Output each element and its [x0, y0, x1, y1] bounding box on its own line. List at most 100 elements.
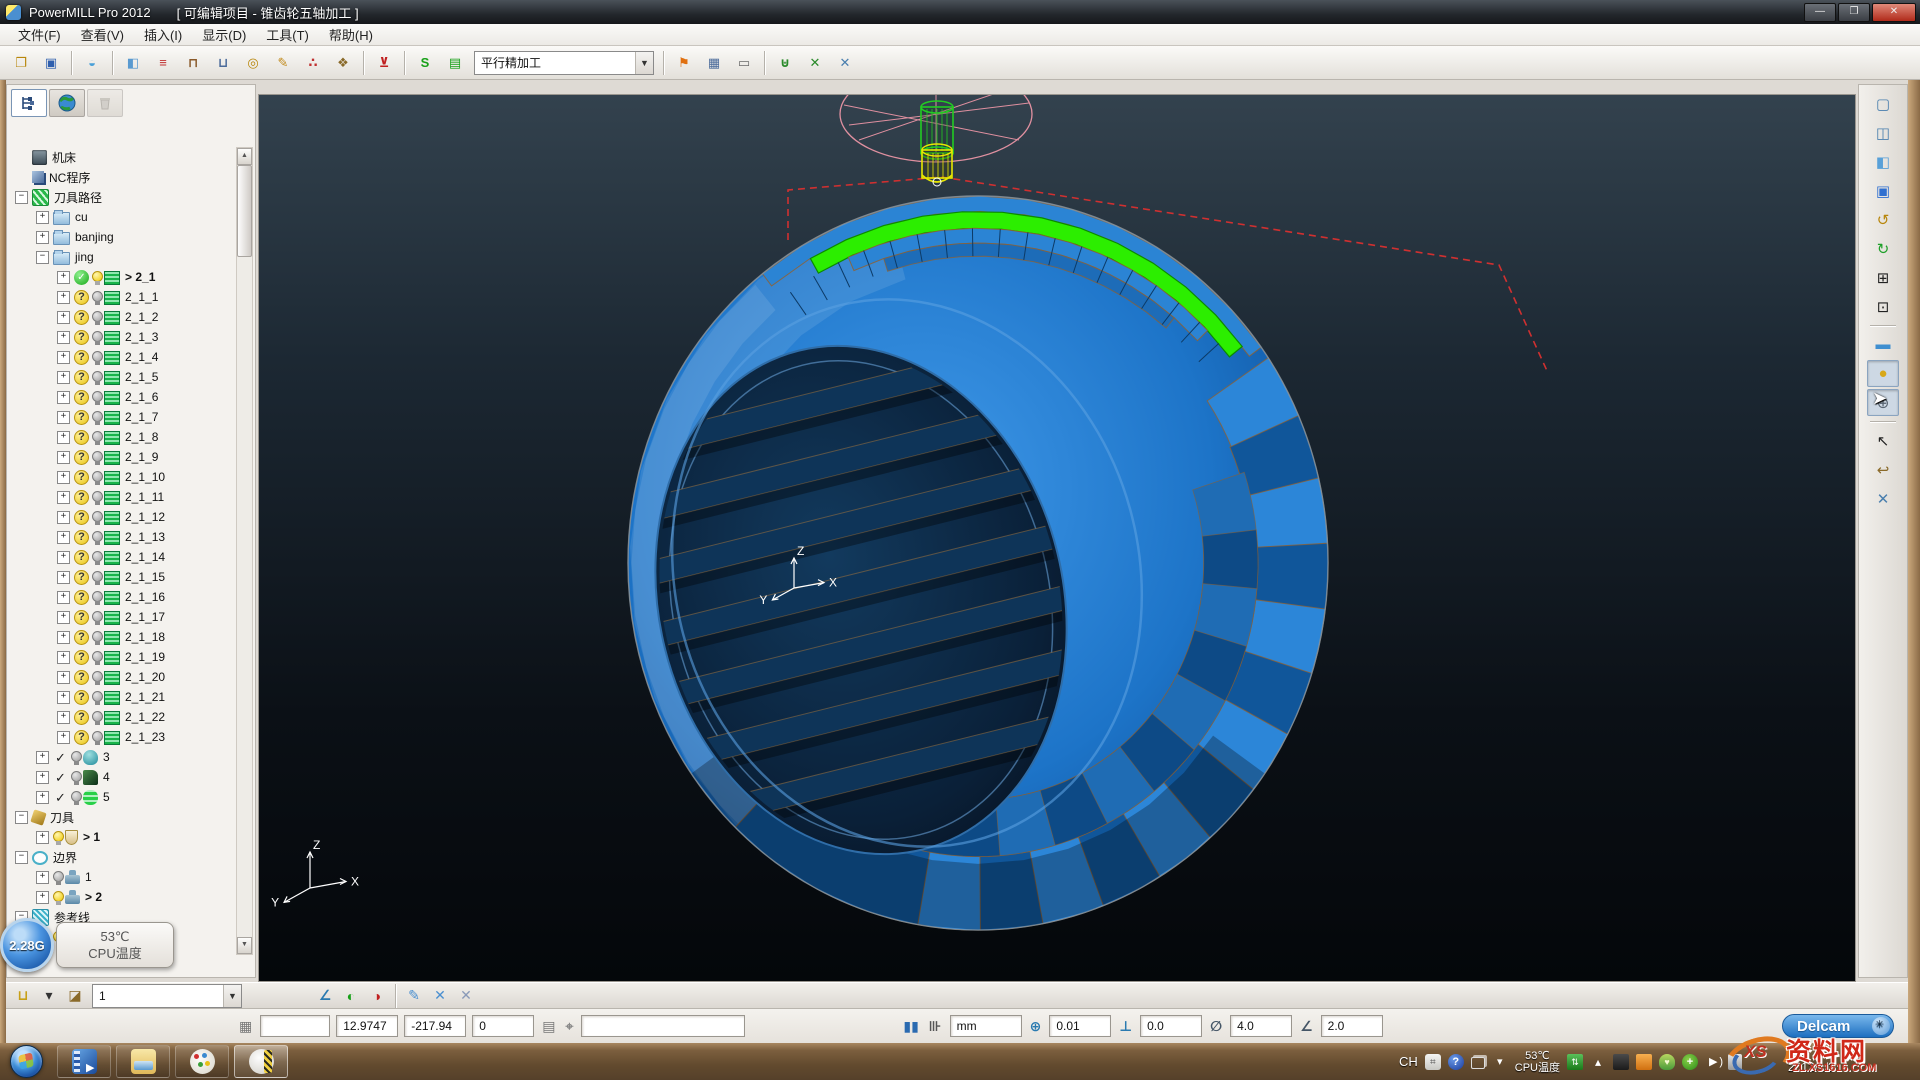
tree-item-label[interactable]: 2_1_21: [125, 690, 165, 704]
zoom-fit-icon[interactable]: ⊞: [1867, 264, 1899, 291]
tree-item-label[interactable]: jing: [75, 250, 94, 264]
tree-item-label[interactable]: 2_1_22: [125, 710, 165, 724]
toolpath-folder-button[interactable]: ❖: [329, 49, 357, 77]
tree-item-2_1_16[interactable]: +2_1_16: [9, 587, 239, 607]
strategy-button[interactable]: ▤: [441, 49, 469, 77]
ball-view-icon[interactable]: ●: [1867, 360, 1899, 387]
menu-item-4[interactable]: 工具(T): [256, 23, 319, 46]
tree-item-label[interactable]: > 2_1: [125, 270, 155, 284]
expander-plus-icon[interactable]: +: [57, 611, 70, 624]
tool-create-button[interactable]: ◎: [239, 49, 267, 77]
tree-item-2_1_7[interactable]: +2_1_7: [9, 407, 239, 427]
expander-plus-icon[interactable]: +: [57, 711, 70, 724]
tree-item-label[interactable]: 2_1_3: [125, 330, 158, 344]
tree-item-2_1_19[interactable]: +2_1_19: [9, 647, 239, 667]
expander-plus-icon[interactable]: +: [57, 551, 70, 564]
expander-plus-icon[interactable]: +: [57, 311, 70, 324]
tree-item-label[interactable]: 2_1_5: [125, 370, 158, 384]
tree-item-机床[interactable]: 机床: [9, 147, 239, 167]
tree-item-3[interactable]: +3: [9, 747, 239, 767]
draw-pen-button[interactable]: ✎: [401, 984, 427, 1008]
expander-plus-icon[interactable]: +: [57, 271, 70, 284]
tree-item-label[interactable]: banjing: [75, 230, 114, 244]
volume-icon[interactable]: [1705, 1054, 1721, 1070]
tree-item-label[interactable]: NC程序: [49, 169, 90, 186]
tree-item-2_1_23[interactable]: +2_1_23: [9, 727, 239, 747]
tree-item-label[interactable]: 1: [85, 870, 92, 884]
expander-plus-icon[interactable]: +: [57, 431, 70, 444]
calculator-button[interactable]: ▦: [700, 49, 728, 77]
tree-item-label[interactable]: 2_1_2: [125, 310, 158, 324]
tree-item-刀具路径[interactable]: −刀具路径: [9, 187, 239, 207]
expander-plus-icon[interactable]: +: [57, 671, 70, 684]
minimize-button[interactable]: —: [1804, 3, 1836, 22]
refresh-view-icon[interactable]: ↻: [1867, 235, 1899, 262]
strategy-combo-arrow-icon[interactable]: ▼: [635, 52, 653, 74]
expander-plus-icon[interactable]: +: [57, 491, 70, 504]
expander-plus-icon[interactable]: +: [57, 531, 70, 544]
explorer-tree-tab[interactable]: [11, 89, 47, 117]
tree-item-2_1_1[interactable]: +2_1_1: [9, 287, 239, 307]
tree-item-4[interactable]: +4: [9, 767, 239, 787]
tree-item-label[interactable]: > 1: [83, 830, 100, 844]
select-arrow-icon[interactable]: ↖: [1867, 427, 1899, 454]
undo-select-icon[interactable]: ↩: [1867, 456, 1899, 483]
expander-plus-icon[interactable]: +: [36, 771, 49, 784]
expander-plus-icon[interactable]: +: [57, 511, 70, 524]
expander-plus-icon[interactable]: +: [36, 751, 49, 764]
tool-dropdown-arrow[interactable]: ▾: [36, 984, 62, 1008]
transform-toolpath-button[interactable]: ✕: [801, 49, 829, 77]
tree-item-label[interactable]: 2_1_1: [125, 290, 158, 304]
expander-plus-icon[interactable]: +: [57, 351, 70, 364]
active-tool-button[interactable]: ⊔: [10, 984, 36, 1008]
pencil-edit-button[interactable]: ✎: [269, 49, 297, 77]
zoom-box-icon[interactable]: ⊡: [1867, 293, 1899, 320]
tree-item-2_1_13[interactable]: +2_1_13: [9, 527, 239, 547]
tree-item-label[interactable]: 2_1_11: [125, 490, 164, 504]
shaded-block-icon[interactable]: ▬: [1867, 331, 1899, 358]
scroll-up-arrow[interactable]: ▲: [237, 148, 252, 165]
tree-item-label[interactable]: 刀具路径: [54, 189, 102, 206]
restore-icon[interactable]: [1471, 1057, 1485, 1069]
expander-plus-icon[interactable]: +: [57, 591, 70, 604]
expander-plus-icon[interactable]: +: [36, 211, 49, 224]
expander-plus-icon[interactable]: +: [57, 411, 70, 424]
viewmill-kettle-button[interactable]: ◒: [78, 49, 106, 77]
expander-plus-icon[interactable]: +: [57, 691, 70, 704]
workplane-edit-button[interactable]: ∠: [312, 984, 338, 1008]
taskbar-explorer-app[interactable]: [116, 1045, 170, 1078]
tree-item-label[interactable]: 2_1_23: [125, 730, 165, 744]
tree-item-label[interactable]: 5: [103, 790, 110, 804]
tree-item-> 2[interactable]: +> 2: [9, 887, 239, 907]
shade-toggle-button[interactable]: ◪: [62, 984, 88, 1008]
tree-item-jing[interactable]: −jing: [9, 247, 239, 267]
tree-item-label[interactable]: 2_1_15: [125, 570, 165, 584]
menu-item-5[interactable]: 帮助(H): [319, 23, 383, 46]
simulate-flag-button[interactable]: ⚑: [670, 49, 698, 77]
tree-item-label[interactable]: 2_1_8: [125, 430, 158, 444]
tree-item-2_1_9[interactable]: +2_1_9: [9, 447, 239, 467]
tree-scrollbar[interactable]: ▲ ▼: [236, 147, 253, 955]
bottombar-close-button[interactable]: ✕: [453, 984, 479, 1008]
point-distribution-button[interactable]: ∴: [299, 49, 327, 77]
tree-item-2_1_3[interactable]: +2_1_3: [9, 327, 239, 347]
tray-language[interactable]: CH: [1399, 1054, 1418, 1069]
expander-plus-icon[interactable]: +: [57, 391, 70, 404]
expander-plus-icon[interactable]: +: [57, 331, 70, 344]
tree-item-2_1_14[interactable]: +2_1_14: [9, 547, 239, 567]
tree-item-2_1_2[interactable]: +2_1_2: [9, 307, 239, 327]
tree-item-label[interactable]: 2_1_10: [125, 470, 165, 484]
tree-item-label[interactable]: > 2: [85, 890, 102, 904]
toggle-green-red-a-button[interactable]: ◐: [338, 984, 364, 1008]
arrow-icon[interactable]: [1492, 1054, 1508, 1070]
expander-plus-icon[interactable]: +: [57, 471, 70, 484]
tree-item-label[interactable]: 边界: [53, 849, 77, 866]
save-project-button[interactable]: ▣: [37, 49, 65, 77]
tool-holder-button[interactable]: ⊎: [771, 49, 799, 77]
start-button[interactable]: [10, 1045, 43, 1078]
scroll-thumb[interactable]: [237, 165, 252, 257]
menu-item-3[interactable]: 显示(D): [192, 23, 256, 46]
tree-item-2_1_8[interactable]: +2_1_8: [9, 427, 239, 447]
tree-item-label[interactable]: 2_1_9: [125, 450, 158, 464]
tree-item-cu[interactable]: +cu: [9, 207, 239, 227]
